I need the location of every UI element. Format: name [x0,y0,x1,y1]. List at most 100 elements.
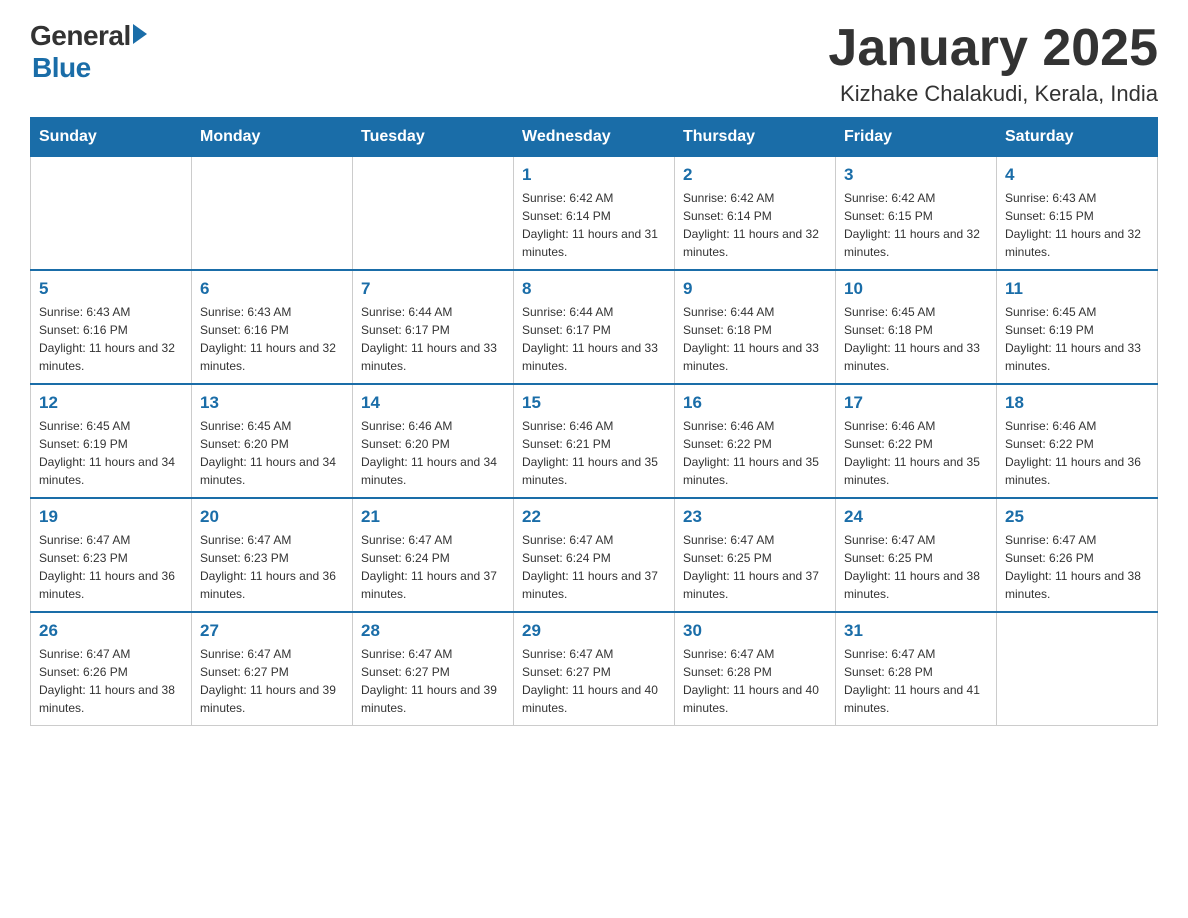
day-number: 7 [361,279,505,299]
day-number: 14 [361,393,505,413]
calendar-cell: 22 Sunrise: 6:47 AM Sunset: 6:24 PM Dayli… [514,498,675,612]
calendar-cell: 27 Sunrise: 6:47 AM Sunset: 6:27 PM Dayli… [192,612,353,726]
day-info: Sunrise: 6:47 AM Sunset: 6:27 PM Dayligh… [361,645,505,717]
day-info: Sunrise: 6:44 AM Sunset: 6:17 PM Dayligh… [361,303,505,375]
day-info: Sunrise: 6:42 AM Sunset: 6:14 PM Dayligh… [683,189,827,261]
day-info: Sunrise: 6:44 AM Sunset: 6:18 PM Dayligh… [683,303,827,375]
day-info: Sunrise: 6:46 AM Sunset: 6:22 PM Dayligh… [683,417,827,489]
day-info: Sunrise: 6:45 AM Sunset: 6:19 PM Dayligh… [1005,303,1149,375]
day-info: Sunrise: 6:43 AM Sunset: 6:15 PM Dayligh… [1005,189,1149,261]
day-info: Sunrise: 6:47 AM Sunset: 6:23 PM Dayligh… [39,531,183,603]
calendar-cell: 2Sunrise: 6:42 AM Sunset: 6:14 PM Daylig… [675,157,836,271]
weekday-header-thursday: Thursday [675,118,836,157]
calendar-cell: 12 Sunrise: 6:45 AM Sunset: 6:19 PM Dayli… [31,384,192,498]
day-number: 12 [39,393,183,413]
calendar-cell: 4 Sunrise: 6:43 AM Sunset: 6:15 PM Daylig… [997,157,1158,271]
day-info: Sunrise: 6:42 AM Sunset: 6:15 PM Dayligh… [844,189,988,261]
day-number: 5 [39,279,183,299]
day-info: Sunrise: 6:47 AM Sunset: 6:24 PM Dayligh… [522,531,666,603]
day-number: 16 [683,393,827,413]
calendar-cell: 25 Sunrise: 6:47 AM Sunset: 6:26 PM Dayli… [997,498,1158,612]
title-block: January 2025 Kizhake Chalakudi, Kerala, … [828,20,1158,107]
calendar-cell: 13 Sunrise: 6:45 AM Sunset: 6:20 PM Dayli… [192,384,353,498]
day-number: 22 [522,507,666,527]
day-number: 20 [200,507,344,527]
day-number: 24 [844,507,988,527]
calendar-cell: 21Sunrise: 6:47 AM Sunset: 6:24 PM Dayli… [353,498,514,612]
calendar-cell: 1 Sunrise: 6:42 AM Sunset: 6:14 PM Daylig… [514,157,675,271]
day-info: Sunrise: 6:47 AM Sunset: 6:27 PM Dayligh… [200,645,344,717]
calendar-cell: 16 Sunrise: 6:46 AM Sunset: 6:22 PM Dayli… [675,384,836,498]
calendar-week-row: 26 Sunrise: 6:47 AM Sunset: 6:26 PM Dayli… [31,612,1158,726]
weekday-header-saturday: Saturday [997,118,1158,157]
day-info: Sunrise: 6:45 AM Sunset: 6:20 PM Dayligh… [200,417,344,489]
day-info: Sunrise: 6:42 AM Sunset: 6:14 PM Dayligh… [522,189,666,261]
calendar-cell: 30 Sunrise: 6:47 AM Sunset: 6:28 PM Dayli… [675,612,836,726]
day-info: Sunrise: 6:47 AM Sunset: 6:28 PM Dayligh… [844,645,988,717]
day-number: 8 [522,279,666,299]
calendar-cell: 9Sunrise: 6:44 AM Sunset: 6:18 PM Daylig… [675,270,836,384]
day-number: 29 [522,621,666,641]
weekday-header-friday: Friday [836,118,997,157]
calendar-cell: 20Sunrise: 6:47 AM Sunset: 6:23 PM Dayli… [192,498,353,612]
day-info: Sunrise: 6:47 AM Sunset: 6:26 PM Dayligh… [39,645,183,717]
weekday-header-sunday: Sunday [31,118,192,157]
calendar-cell: 8 Sunrise: 6:44 AM Sunset: 6:17 PM Daylig… [514,270,675,384]
day-info: Sunrise: 6:46 AM Sunset: 6:22 PM Dayligh… [1005,417,1149,489]
logo-triangle-icon [133,24,147,44]
day-info: Sunrise: 6:45 AM Sunset: 6:19 PM Dayligh… [39,417,183,489]
weekday-header-wednesday: Wednesday [514,118,675,157]
day-info: Sunrise: 6:47 AM Sunset: 6:25 PM Dayligh… [683,531,827,603]
calendar-cell: 15Sunrise: 6:46 AM Sunset: 6:21 PM Dayli… [514,384,675,498]
day-number: 18 [1005,393,1149,413]
day-info: Sunrise: 6:46 AM Sunset: 6:20 PM Dayligh… [361,417,505,489]
day-info: Sunrise: 6:47 AM Sunset: 6:27 PM Dayligh… [522,645,666,717]
day-number: 26 [39,621,183,641]
calendar-cell [31,157,192,271]
day-number: 30 [683,621,827,641]
day-number: 3 [844,165,988,185]
calendar-cell: 28Sunrise: 6:47 AM Sunset: 6:27 PM Dayli… [353,612,514,726]
day-number: 13 [200,393,344,413]
day-number: 17 [844,393,988,413]
weekday-header-monday: Monday [192,118,353,157]
day-info: Sunrise: 6:47 AM Sunset: 6:24 PM Dayligh… [361,531,505,603]
page-title: January 2025 [828,20,1158,77]
day-number: 19 [39,507,183,527]
calendar-cell [192,157,353,271]
weekday-header-row: SundayMondayTuesdayWednesdayThursdayFrid… [31,118,1158,157]
calendar-cell: 5 Sunrise: 6:43 AM Sunset: 6:16 PM Daylig… [31,270,192,384]
calendar-week-row: 19 Sunrise: 6:47 AM Sunset: 6:23 PM Dayli… [31,498,1158,612]
calendar-cell: 23Sunrise: 6:47 AM Sunset: 6:25 PM Dayli… [675,498,836,612]
page-subtitle: Kizhake Chalakudi, Kerala, India [828,81,1158,107]
day-number: 27 [200,621,344,641]
calendar-cell: 18 Sunrise: 6:46 AM Sunset: 6:22 PM Dayli… [997,384,1158,498]
calendar-week-row: 5 Sunrise: 6:43 AM Sunset: 6:16 PM Daylig… [31,270,1158,384]
day-number: 11 [1005,279,1149,299]
day-info: Sunrise: 6:46 AM Sunset: 6:22 PM Dayligh… [844,417,988,489]
day-info: Sunrise: 6:47 AM Sunset: 6:25 PM Dayligh… [844,531,988,603]
calendar-cell: 11 Sunrise: 6:45 AM Sunset: 6:19 PM Dayli… [997,270,1158,384]
day-number: 1 [522,165,666,185]
calendar-body: 1 Sunrise: 6:42 AM Sunset: 6:14 PM Daylig… [31,157,1158,726]
logo-general-text: General [30,20,131,52]
calendar-cell: 24 Sunrise: 6:47 AM Sunset: 6:25 PM Dayli… [836,498,997,612]
day-info: Sunrise: 6:47 AM Sunset: 6:28 PM Dayligh… [683,645,827,717]
day-number: 6 [200,279,344,299]
calendar-cell: 17 Sunrise: 6:46 AM Sunset: 6:22 PM Dayli… [836,384,997,498]
day-info: Sunrise: 6:43 AM Sunset: 6:16 PM Dayligh… [39,303,183,375]
day-info: Sunrise: 6:47 AM Sunset: 6:26 PM Dayligh… [1005,531,1149,603]
calendar-cell [353,157,514,271]
day-number: 4 [1005,165,1149,185]
weekday-header-tuesday: Tuesday [353,118,514,157]
day-number: 25 [1005,507,1149,527]
calendar-cell: 19 Sunrise: 6:47 AM Sunset: 6:23 PM Dayli… [31,498,192,612]
calendar-cell: 3 Sunrise: 6:42 AM Sunset: 6:15 PM Daylig… [836,157,997,271]
calendar-cell: 10Sunrise: 6:45 AM Sunset: 6:18 PM Dayli… [836,270,997,384]
calendar-week-row: 1 Sunrise: 6:42 AM Sunset: 6:14 PM Daylig… [31,157,1158,271]
day-number: 10 [844,279,988,299]
calendar-cell: 7 Sunrise: 6:44 AM Sunset: 6:17 PM Daylig… [353,270,514,384]
day-info: Sunrise: 6:44 AM Sunset: 6:17 PM Dayligh… [522,303,666,375]
logo-blue-text: Blue [32,52,91,84]
day-info: Sunrise: 6:46 AM Sunset: 6:21 PM Dayligh… [522,417,666,489]
